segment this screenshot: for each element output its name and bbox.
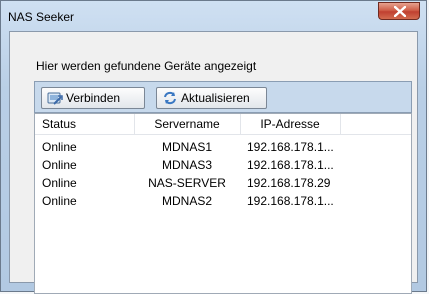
servername-cell: MDNAS2: [161, 194, 212, 208]
list-heading: Hier werden gefundene Geräte angezeigt: [36, 59, 257, 73]
table-row[interactable]: Online NAS-SERVER 192.168.178.29: [35, 176, 411, 194]
connect-icon: [47, 91, 63, 108]
close-button[interactable]: [378, 2, 420, 20]
status-cell: Online: [42, 194, 77, 208]
app-window: NAS Seeker Hier werden gefundene Geräte …: [0, 0, 427, 294]
status-cell: Online: [42, 140, 77, 154]
refresh-icon: [162, 91, 178, 108]
refresh-button[interactable]: Aktualisieren: [156, 87, 267, 109]
title-bar[interactable]: NAS Seeker: [1, 1, 426, 31]
connect-button[interactable]: Verbinden: [41, 87, 145, 109]
column-divider[interactable]: [340, 114, 341, 134]
ip-cell: 192.168.178.1...: [247, 194, 334, 208]
ip-cell: 192.168.178.1...: [247, 140, 334, 154]
window-title: NAS Seeker: [8, 10, 75, 24]
status-cell: Online: [42, 158, 77, 172]
status-cell: Online: [42, 176, 77, 190]
table-row[interactable]: Online MDNAS1 192.168.178.1...: [35, 140, 411, 158]
client-area: Hier werden gefundene Geräte angezeigt V…: [9, 31, 418, 294]
toolbar: Verbinden Aktualisieren: [34, 81, 412, 113]
ip-cell: 192.168.178.29: [247, 176, 331, 190]
servername-cell: MDNAS1: [161, 140, 212, 154]
servername-cell: MDNAS3: [161, 158, 212, 172]
column-header-ip[interactable]: IP-Adresse: [240, 117, 340, 135]
servername-cell: NAS-SERVER: [148, 176, 226, 190]
table-row[interactable]: Online MDNAS2 192.168.178.1...: [35, 194, 411, 212]
column-header-status[interactable]: Status: [42, 117, 76, 135]
column-header-servername[interactable]: Servername: [134, 117, 240, 135]
table-row[interactable]: Online MDNAS3 192.168.178.1...: [35, 158, 411, 176]
close-icon: [394, 6, 406, 17]
connect-button-label: Verbinden: [66, 91, 121, 105]
ip-cell: 192.168.178.1...: [247, 158, 334, 172]
device-list[interactable]: Status Servername IP-Adresse Online MDNA…: [34, 113, 412, 294]
table-header: Status Servername IP-Adresse: [35, 114, 411, 135]
refresh-button-label: Aktualisieren: [181, 91, 250, 105]
